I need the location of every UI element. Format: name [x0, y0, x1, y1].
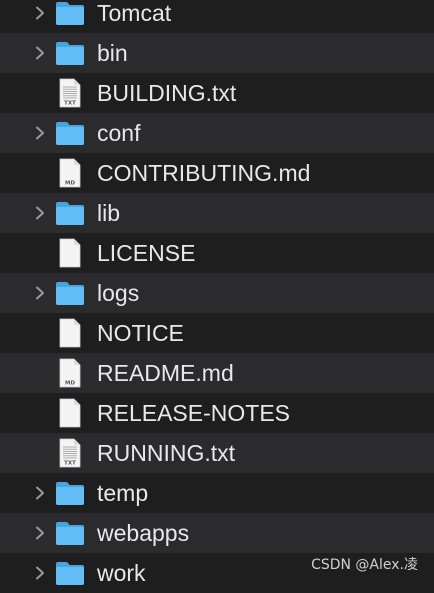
md-document-icon: MD [55, 158, 85, 188]
folder-icon [55, 0, 85, 28]
item-label: CONTRIBUTING.md [97, 159, 311, 186]
chevron-right-icon[interactable] [34, 286, 46, 300]
document-icon [55, 318, 85, 348]
document-icon [55, 238, 85, 268]
folder-icon [55, 118, 85, 148]
md-document-icon: MD [55, 358, 85, 388]
item-label: Tomcat [97, 0, 172, 26]
chevron-right-icon[interactable] [34, 126, 46, 140]
svg-text:MD: MD [65, 381, 75, 387]
document-icon [55, 398, 85, 428]
list-item-readme-md[interactable]: MD README.md [0, 353, 434, 393]
item-label: lib [97, 199, 121, 226]
chevron-right-icon[interactable] [34, 486, 46, 500]
item-label: webapps [97, 519, 190, 546]
list-item-temp[interactable]: temp [0, 473, 434, 513]
list-item-conf[interactable]: conf [0, 113, 434, 153]
file-list: Tomcat bin TXT BUILDING.txt conf MD CONTRIBUTI… [0, 0, 434, 593]
folder-icon [55, 518, 85, 548]
folder-icon [55, 278, 85, 308]
item-label: work [97, 559, 146, 586]
chevron-right-icon[interactable] [34, 566, 46, 580]
list-item-license[interactable]: LICENSE [0, 233, 434, 273]
chevron-right-icon[interactable] [34, 6, 46, 20]
item-label: BUILDING.txt [97, 79, 237, 106]
item-label: bin [97, 39, 128, 66]
list-item-lib[interactable]: lib [0, 193, 434, 233]
item-label: conf [97, 119, 141, 146]
svg-text:TXT: TXT [64, 461, 76, 467]
list-item-notice[interactable]: NOTICE [0, 313, 434, 353]
list-item-running-txt[interactable]: TXT RUNNING.txt [0, 433, 434, 473]
list-item-building-txt[interactable]: TXT BUILDING.txt [0, 73, 434, 113]
list-item-bin[interactable]: bin [0, 33, 434, 73]
item-label: README.md [97, 359, 234, 386]
svg-text:MD: MD [65, 181, 75, 187]
list-item-webapps[interactable]: webapps [0, 513, 434, 553]
item-label: NOTICE [97, 319, 184, 346]
list-item-release-notes[interactable]: RELEASE-NOTES [0, 393, 434, 433]
item-label: RELEASE-NOTES [97, 399, 290, 426]
item-label: LICENSE [97, 239, 196, 266]
chevron-right-icon[interactable] [34, 206, 46, 220]
watermark: CSDN @Alex.凌 [311, 557, 418, 573]
txt-document-icon: TXT [55, 78, 85, 108]
list-item-logs[interactable]: logs [0, 273, 434, 313]
item-label: RUNNING.txt [97, 439, 235, 466]
folder-icon [55, 198, 85, 228]
folder-icon [55, 38, 85, 68]
txt-document-icon: TXT [55, 438, 85, 468]
item-label: temp [97, 479, 149, 506]
list-item-contributing-md[interactable]: MD CONTRIBUTING.md [0, 153, 434, 193]
folder-icon [55, 478, 85, 508]
list-item-tomcat[interactable]: Tomcat [0, 0, 434, 33]
svg-text:TXT: TXT [64, 101, 76, 107]
item-label: logs [97, 279, 140, 306]
chevron-right-icon[interactable] [34, 46, 46, 60]
chevron-right-icon[interactable] [34, 526, 46, 540]
